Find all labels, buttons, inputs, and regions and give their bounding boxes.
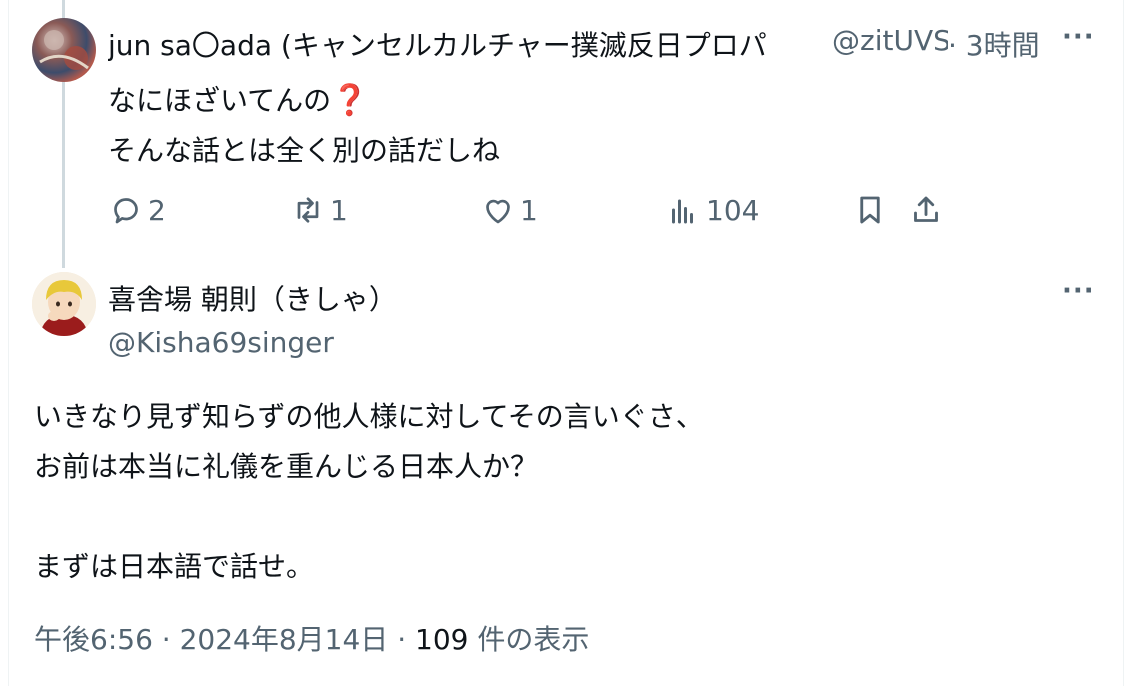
reply-button[interactable]: 2 [108,192,166,228]
question-mark-emoji: ❓ [331,83,369,118]
more-icon[interactable]: ··· [1062,276,1095,306]
tweet-line: いきなり見ず知らずの他人様に対してその言いぐさ、 [34,400,704,433]
tweet-text: いきなり見ず知らずの他人様に対してその言いぐさ、 お前は本当に礼儀を重んじる日本… [34,392,704,592]
retweet-button[interactable]: 1 [290,192,348,228]
tweet-line: まずは日本語で話せ。 [34,550,315,583]
tweet-line: お前は本当に礼儀を重んじる日本人か？ [34,450,539,483]
like-button[interactable]: 1 [480,192,538,228]
avatar[interactable] [32,18,96,82]
views-count: 109 [415,623,469,656]
views-label: 件の表示 [477,623,590,656]
separator: · [397,623,407,656]
share-icon [914,196,938,222]
author-handle[interactable]: @zitUVS [832,24,948,57]
avatar[interactable] [32,272,96,336]
like-count: 1 [520,193,538,227]
tweet-meta: 午後6:56 · 2024年8月14日 · 109 件の表示 [34,618,589,658]
bookmark-button[interactable] [852,192,892,228]
author-name[interactable]: jun sa〇ada (キャンセルカルチャー撲滅反日プロパ [108,24,828,64]
tweet-text: なにほざいてんの❓ そんな話とは全く別の話だしね [108,76,500,176]
tweet-line: そんな話とは全く別の話だしね [108,134,501,167]
author-name[interactable]: 喜舎場 朝則（きしゃ） [108,278,397,318]
timestamp[interactable]: · 3時間 [948,24,1040,64]
retweet-icon [297,197,319,223]
more-icon[interactable]: ··· [1062,22,1095,52]
views-count: 104 [706,193,760,227]
views-button[interactable]: 104 [666,192,759,228]
separator: · [161,623,171,656]
tweet-line: なにほざいてんの [108,84,332,117]
views-icon [672,199,693,224]
reply-count: 2 [148,193,166,227]
tweet-date[interactable]: 2024年8月14日 [180,623,389,656]
reply-icon [114,198,138,224]
like-icon [486,199,510,224]
tweet-time[interactable]: 午後6:56 [34,623,153,656]
bookmark-icon [860,196,880,224]
retweet-count: 1 [330,193,348,227]
author-handle[interactable]: @Kisha69singer [108,326,334,359]
tweet-line [34,492,704,542]
share-button[interactable] [908,192,948,228]
